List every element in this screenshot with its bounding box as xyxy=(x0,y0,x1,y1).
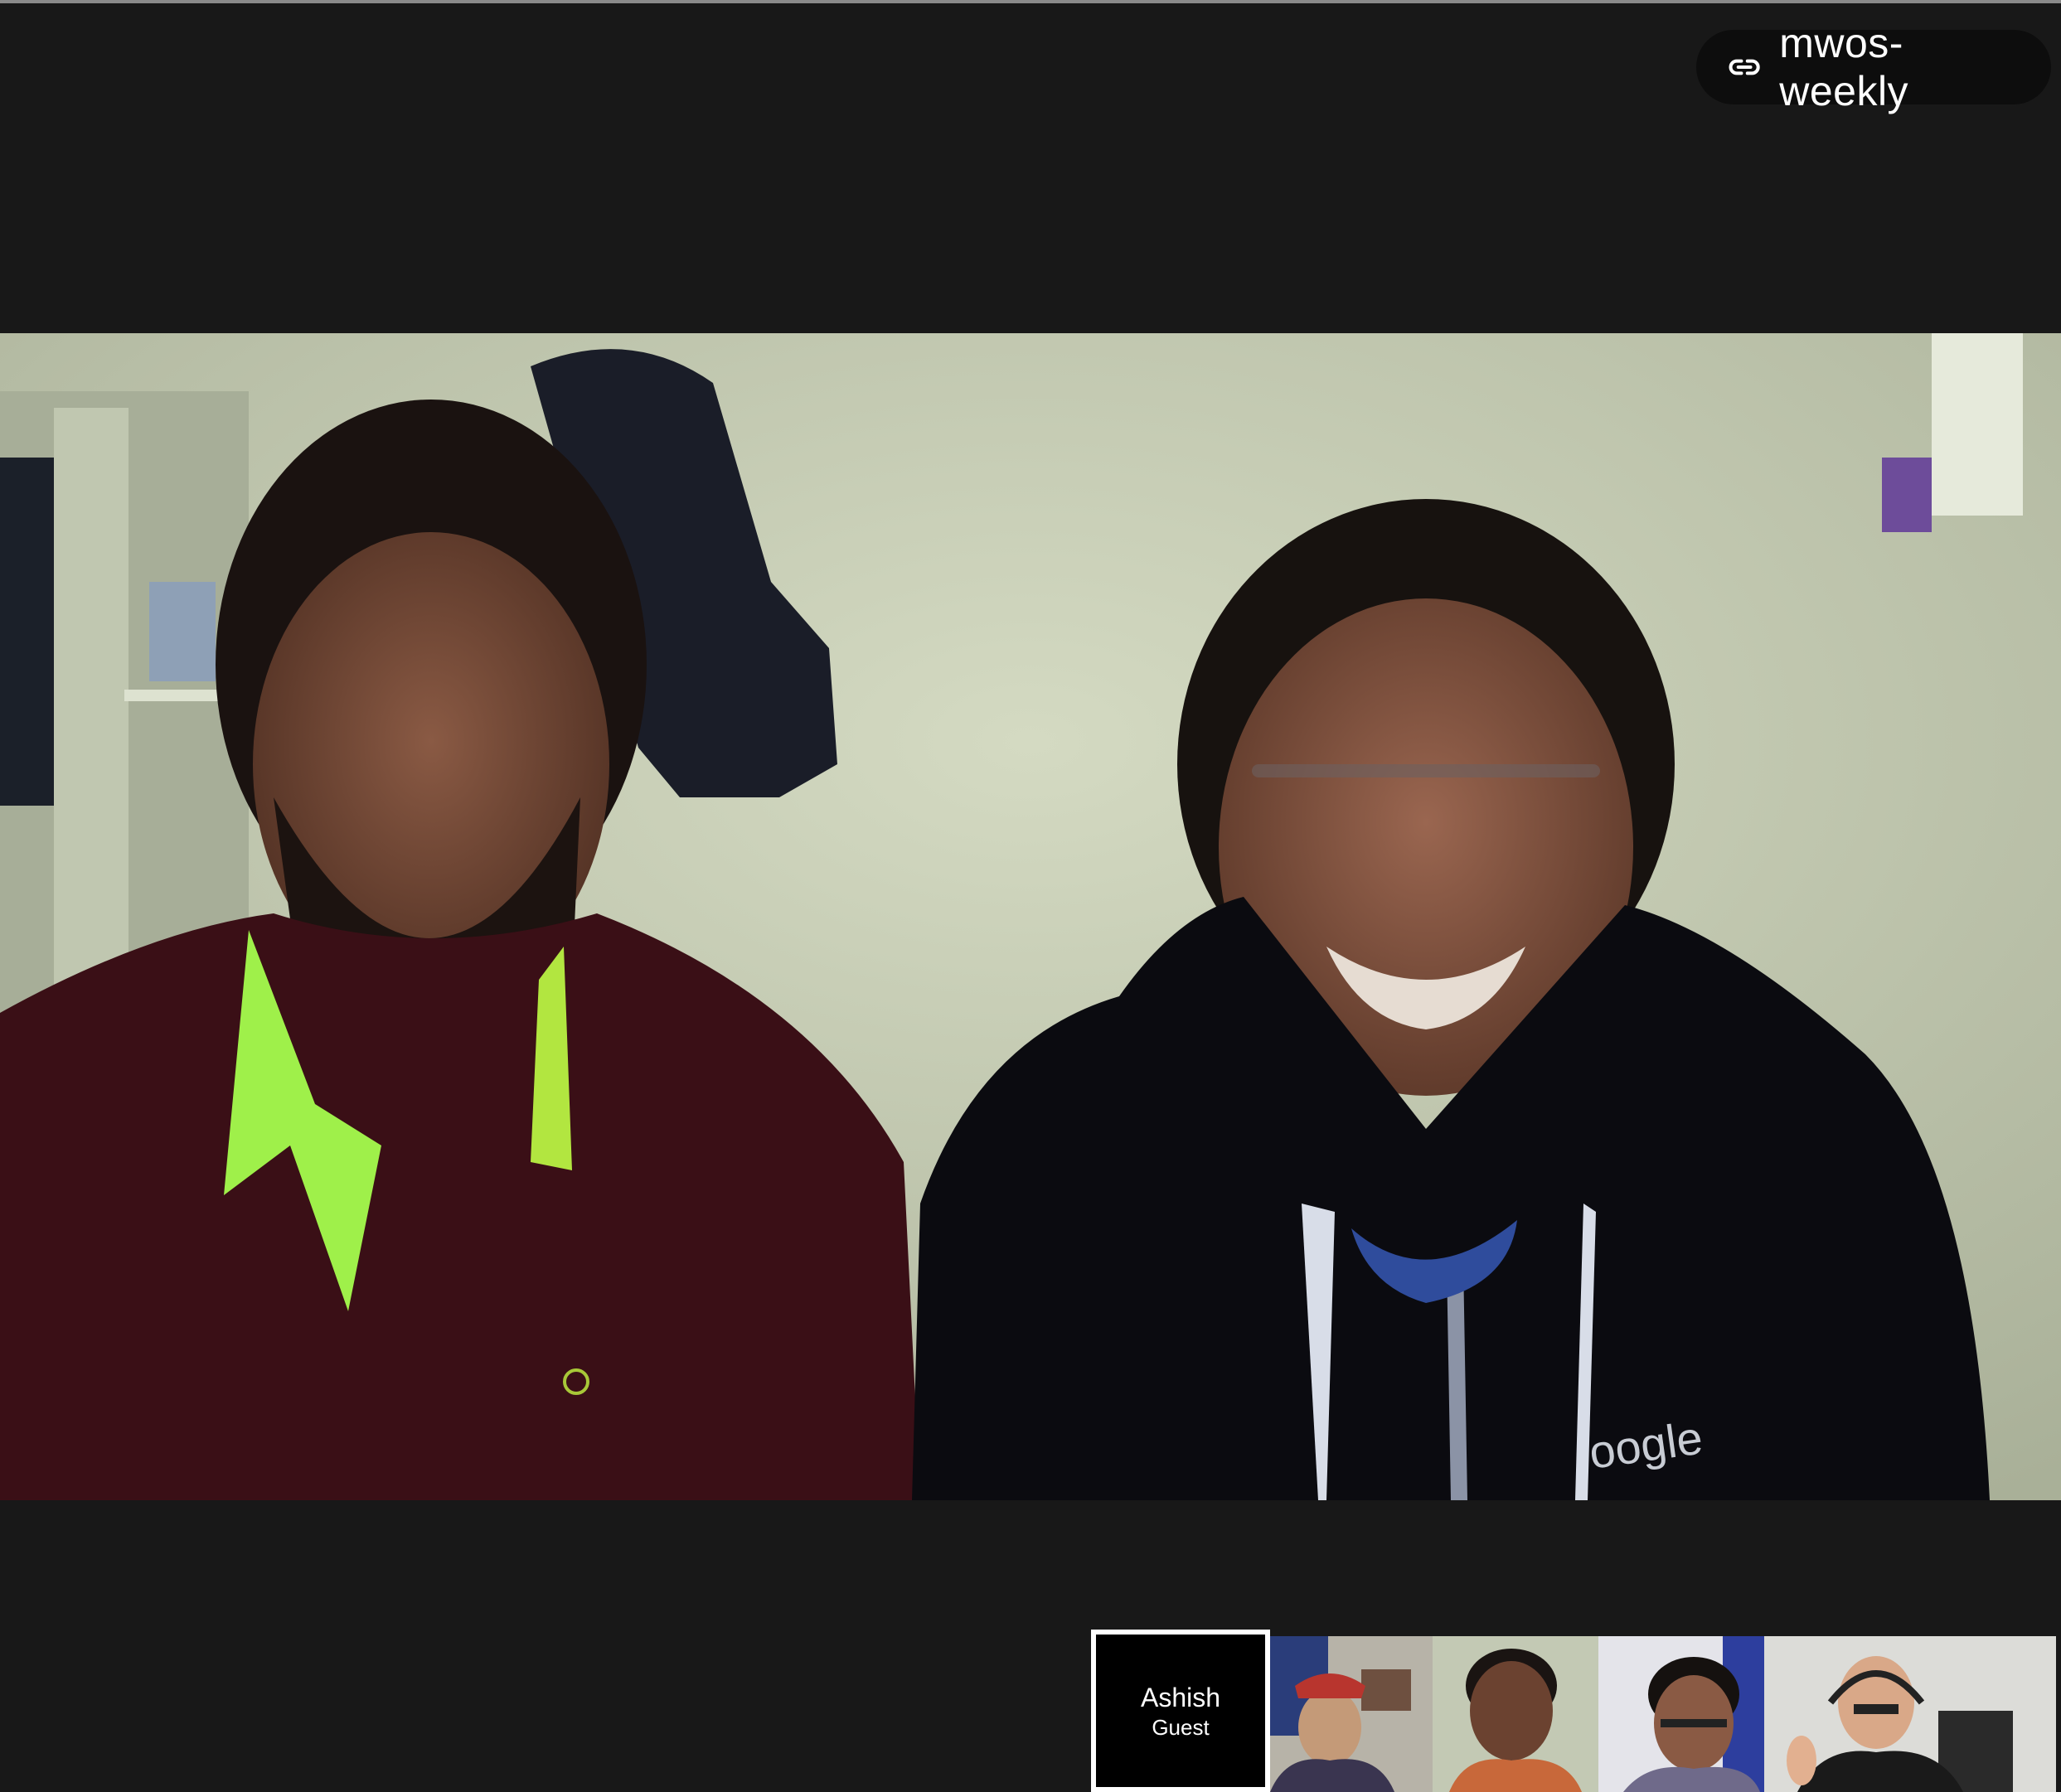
participant-video xyxy=(1764,1636,2056,1792)
meeting-name: mwos-weekly xyxy=(1779,20,1909,114)
participant-video xyxy=(1270,1636,1433,1792)
participant-tile-4[interactable] xyxy=(1764,1636,2056,1792)
meeting-name-chip[interactable]: mwos-weekly xyxy=(1696,20,2051,114)
link-icon xyxy=(1729,59,1760,75)
self-view-tile[interactable]: Ashish Guest xyxy=(1091,1630,1270,1792)
participant-video xyxy=(1598,1636,1764,1792)
self-role: Guest xyxy=(1152,1715,1210,1740)
participant-tile-2[interactable] xyxy=(1433,1636,1598,1792)
video-frame: oogle xyxy=(0,333,2061,1500)
participant-video xyxy=(1433,1636,1598,1792)
main-video-feed: oogle xyxy=(0,333,2061,1500)
self-name: Ashish xyxy=(1140,1683,1221,1712)
participant-tile-1[interactable] xyxy=(1270,1636,1433,1792)
window-top-edge xyxy=(0,0,2061,3)
participant-tile-3[interactable] xyxy=(1598,1636,1764,1792)
participant-filmstrip: Ashish Guest xyxy=(1091,1630,2056,1792)
